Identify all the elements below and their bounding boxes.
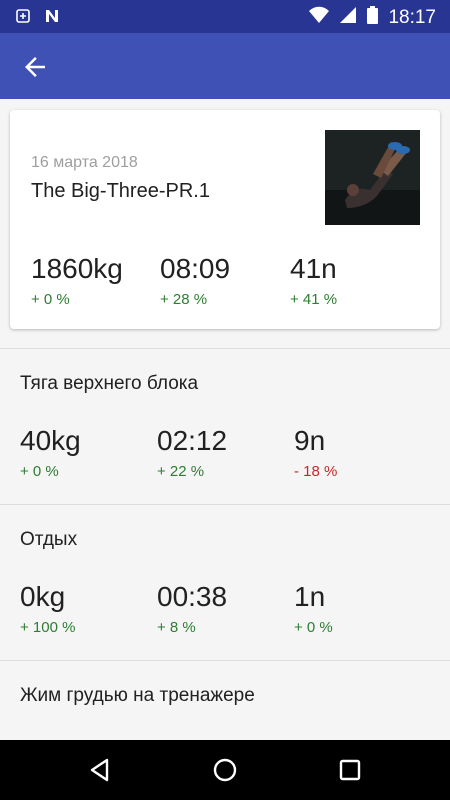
n-app-icon (44, 8, 60, 29)
recents-square-icon (335, 759, 365, 789)
battery-icon (367, 6, 379, 29)
exercise-reps: 1n + 0 % (294, 581, 333, 636)
summary-weight: 1860kg + 0 % (31, 253, 123, 308)
exercise-section[interactable]: Тяга верхнего блока 40kg + 0 % 02:12 + 2… (0, 348, 450, 504)
home-circle-icon (210, 758, 240, 789)
exercise-weight: 0kg + 100 % (20, 581, 75, 636)
system-nav-bar (0, 740, 450, 800)
exercise-weight-change: + 0 % (20, 463, 59, 480)
exercise-reps-change: + 0 % (294, 619, 333, 636)
exercise-section[interactable]: Отдых 0kg + 100 % 00:38 + 8 % 1n + 0 % (0, 504, 450, 660)
exercise-duration-change: + 8 % (157, 619, 196, 636)
workout-title: The Big-Three-PR.1 (31, 180, 210, 202)
summary-reps-change: + 41 % (290, 291, 338, 308)
exercise-weight: 40kg + 0 % (20, 425, 81, 480)
nav-recents-button[interactable] (335, 755, 365, 785)
exercise-reps: 9n - 18 % (294, 425, 337, 480)
exercise-duration: 02:12 + 22 % (157, 425, 227, 480)
summary-reps-value: 41n (290, 253, 337, 284)
summary-weight-change: + 0 % (31, 291, 70, 308)
workout-summary-card[interactable]: 16 марта 2018 The Big-Three-PR.1 1860kg … (10, 110, 440, 329)
nav-back-button[interactable] (85, 755, 115, 785)
exercise-weight-change: + 100 % (20, 619, 76, 636)
notification-icon (16, 9, 30, 28)
exercise-name: Отдых (20, 529, 78, 550)
app-bar (0, 33, 450, 99)
summary-weight-value: 1860kg (31, 253, 123, 284)
status-bar: 18:17 (0, 0, 450, 33)
exercise-name: Тяга верхнего блока (20, 373, 199, 394)
exercise-reps-value: 9n (294, 425, 326, 456)
signal-icon (339, 6, 357, 29)
wifi-icon (309, 6, 330, 29)
exercise-reps-value: 1n (294, 581, 326, 612)
back-triangle-icon (85, 758, 115, 789)
exercise-duration-value: 02:12 (157, 425, 228, 456)
workout-thumbnail (325, 130, 420, 225)
summary-duration-value: 08:09 (160, 253, 231, 284)
nav-home-button[interactable] (210, 755, 240, 785)
exercise-weight-value: 0kg (20, 581, 66, 612)
exercise-duration: 00:38 + 8 % (157, 581, 227, 636)
exercise-duration-value: 00:38 (157, 581, 228, 612)
exercise-duration-change: + 22 % (157, 463, 205, 480)
exercise-reps-change: - 18 % (294, 463, 338, 480)
status-time: 18:17 (388, 6, 436, 28)
exercise-section[interactable]: Жим грудью на тренажере (0, 660, 450, 740)
summary-duration: 08:09 + 28 % (160, 253, 230, 308)
back-button[interactable] (20, 52, 50, 82)
summary-reps: 41n + 41 % (290, 253, 337, 308)
summary-duration-change: + 28 % (160, 291, 208, 308)
arrow-back-icon (20, 57, 50, 86)
exercise-name: Жим грудью на тренажере (20, 685, 255, 706)
exercise-weight-value: 40kg (20, 425, 81, 456)
workout-date: 16 марта 2018 (31, 154, 138, 171)
